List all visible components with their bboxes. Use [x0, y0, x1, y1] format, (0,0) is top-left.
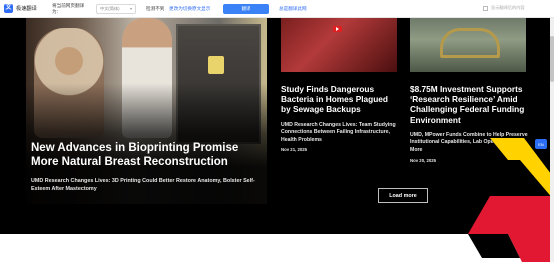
translate-button[interactable]: 翻译 [223, 3, 269, 14]
load-more-button[interactable]: Load more [378, 188, 428, 203]
language-select[interactable]: 中文(简体) ▾ [96, 3, 136, 14]
card-title[interactable]: $8.75M Investment Supports ‘Research Res… [410, 84, 528, 125]
card-thumbnail[interactable] [410, 18, 526, 72]
app-name: 极速翻译 [16, 6, 37, 12]
no-prompt-checkbox[interactable]: 显示翻译后的内容 [483, 5, 525, 11]
feature-title[interactable]: New Advances in Bioprinting Promise More… [31, 141, 263, 169]
decorative-chevron-icon [468, 196, 554, 262]
chevron-down-icon: ▾ [129, 6, 132, 11]
news-card[interactable]: Study Finds Dangerous Bacteria in Homes … [281, 18, 399, 152]
always-translate-link[interactable]: 总是翻译此网 [279, 6, 307, 12]
card-date: Nov 21, 2025 [281, 147, 308, 153]
scrollbar-thumb[interactable] [550, 36, 554, 82]
feature-card[interactable]: New Advances in Bioprinting Promise More… [26, 18, 267, 204]
play-icon[interactable] [333, 26, 342, 32]
card-title[interactable]: Study Finds Dangerous Bacteria in Homes … [281, 84, 399, 115]
side-language-button[interactable]: EN [535, 139, 547, 149]
source-link[interactable]: 更改为切换原文显示 [169, 6, 221, 12]
language-value: 中文(简体) [100, 5, 120, 11]
translate-logo: 文 极速翻译 [4, 4, 50, 13]
scrollbar[interactable] [550, 18, 554, 262]
feature-description: UMD Research Changes Lives: 3D Printing … [31, 178, 255, 192]
card-thumbnail[interactable] [281, 18, 397, 72]
building-figure [440, 28, 500, 58]
translate-to-label: 将当前网页翻译为： [52, 2, 85, 14]
translate-bar: 文 极速翻译 将当前网页翻译为： 中文(简体) ▾ 检测不到 更改为切换原文显示… [0, 0, 554, 18]
translate-logo-icon: 文 [4, 4, 13, 13]
card-description: UMD Research Changes Lives: Team Studyin… [281, 121, 396, 143]
checkbox-box[interactable] [483, 5, 488, 11]
source-label: 检测不到 [146, 5, 165, 11]
no-prompt-label: 显示翻译后的内容 [491, 5, 525, 10]
